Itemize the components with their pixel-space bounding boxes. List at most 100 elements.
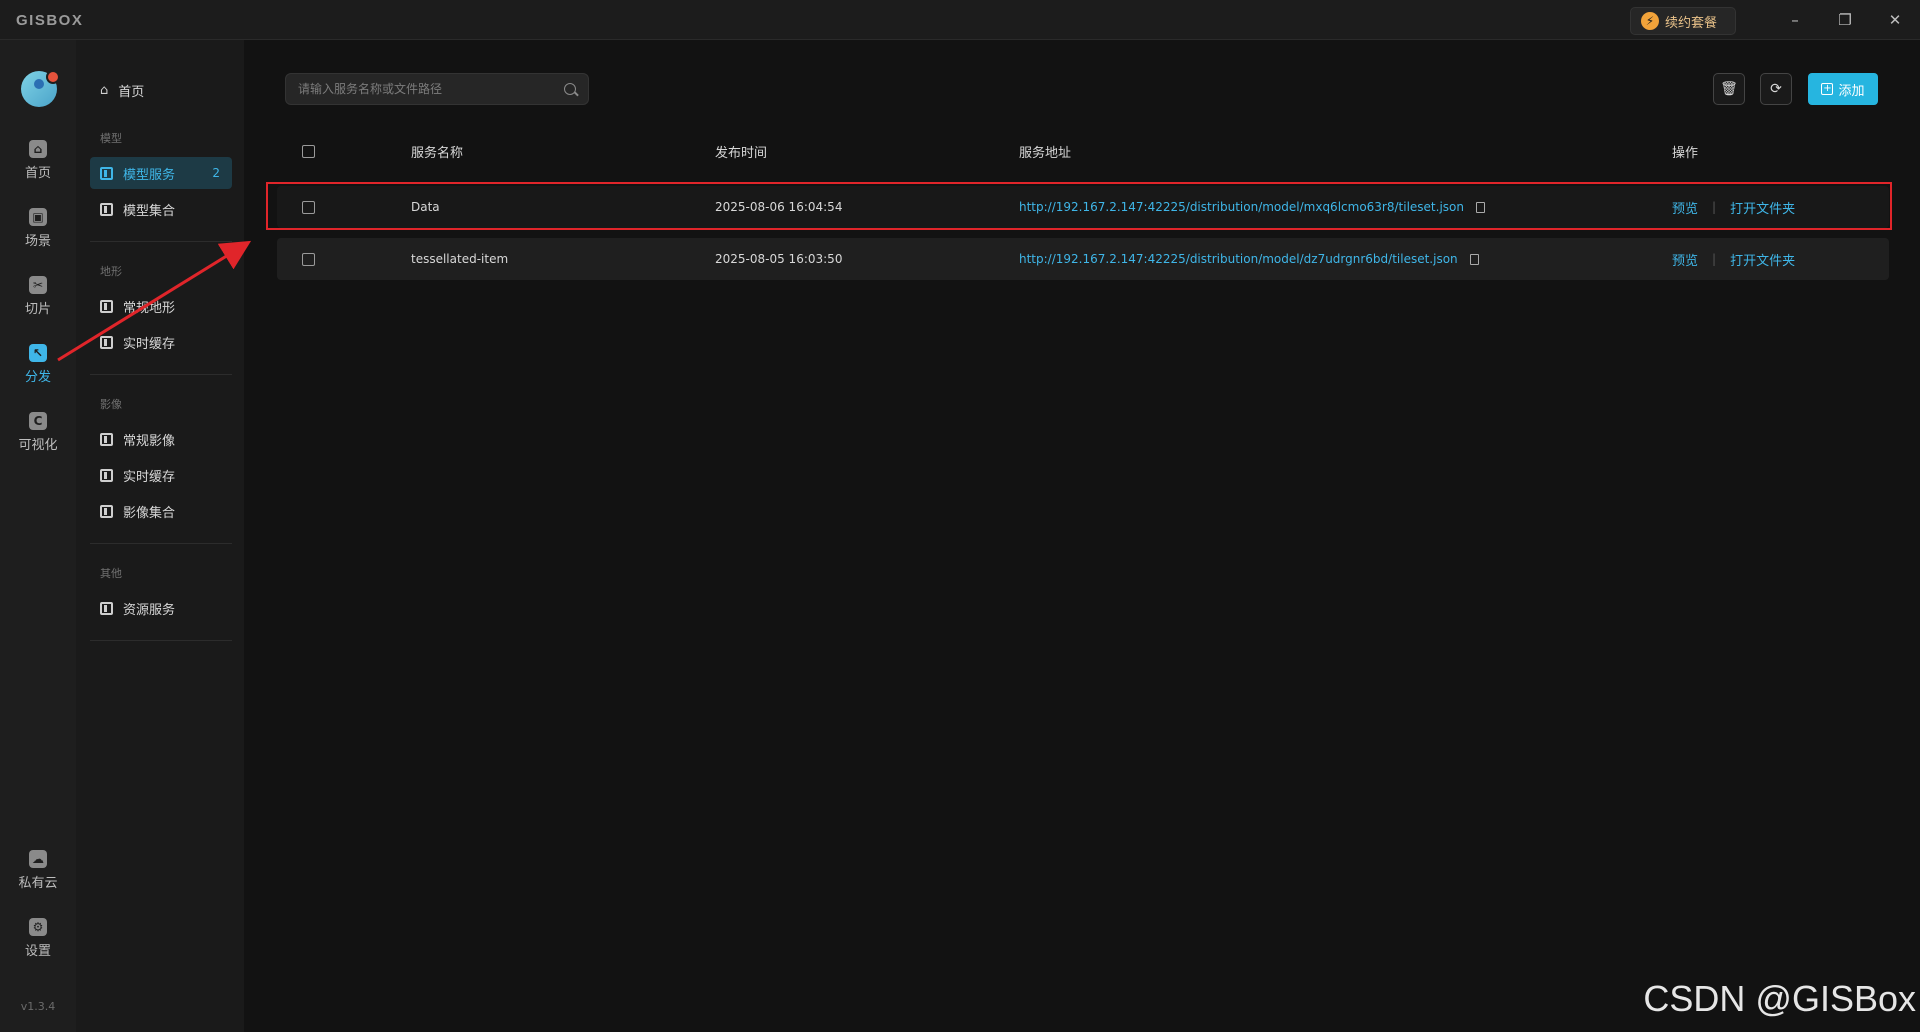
action-separator: | [1712, 252, 1717, 266]
rail-label-distribute: 分发 [24, 370, 51, 385]
menu-item-label: 资源服务 [123, 602, 176, 618]
secondary-menu: ⌂ 首页 模型 模型服务 2 模型集合 地形 常规地形 实时缓存 影像 常规影像… [76, 40, 244, 1032]
highlight-box [266, 182, 1892, 230]
select-all-checkbox[interactable] [302, 144, 315, 158]
trash-icon: 🗑 [1720, 81, 1738, 97]
checkbox-cell [302, 238, 315, 280]
home-icon: ⌂ [100, 83, 109, 98]
actions-cell: 预览 | 打开文件夹 [1672, 238, 1795, 280]
slice-icon: ✂ [29, 276, 47, 294]
search-input[interactable] [298, 80, 548, 98]
menu-item-home[interactable]: ⌂ 首页 [100, 81, 144, 100]
publish-time: 2025-08-05 16:03:50 [715, 252, 843, 266]
menu-divider [90, 374, 232, 375]
copy-icon[interactable] [1469, 253, 1479, 265]
model-collection-icon [100, 202, 113, 216]
add-button[interactable]: + 添加 [1808, 73, 1878, 105]
menu-item-imagery-cache[interactable]: 实时缓存 [90, 459, 232, 491]
menu-group-title: 地形 [100, 265, 122, 278]
distribute-icon: ↖ [29, 344, 47, 362]
column-header-time: 发布时间 [715, 145, 768, 161]
lightning-icon: ⚡ [1641, 12, 1659, 30]
notification-badge [46, 70, 60, 84]
visualize-icon: C [29, 412, 47, 430]
column-header-url: 服务地址 [1019, 145, 1072, 161]
menu-item-label: 常规影像 [123, 433, 176, 449]
count-badge: 2 [212, 166, 220, 180]
menu-item-imagery-collection[interactable]: 影像集合 [90, 495, 232, 527]
menu-divider [90, 543, 232, 544]
menu-home-label: 首页 [118, 85, 145, 100]
add-label: 添加 [1838, 83, 1865, 99]
menu-item-terrain[interactable]: 常规地形 [90, 290, 232, 322]
rail-item-home[interactable]: ⌂ 首页 [0, 140, 76, 196]
minimize-button[interactable]: – [1784, 9, 1806, 31]
title-bar: GISBOX ⚡ 续约套餐 – ❐ ✕ [0, 0, 1920, 40]
rail-item-distribute[interactable]: ↖ 分发 [0, 344, 76, 400]
cache-icon [100, 335, 113, 349]
menu-item-label: 模型服务 [123, 167, 176, 183]
home-icon: ⌂ [29, 140, 47, 158]
menu-item-resource-service[interactable]: 资源服务 [90, 592, 232, 624]
rail-label-scene: 场景 [24, 234, 51, 249]
table-header: 服务名称 发布时间 服务地址 操作 [277, 131, 1889, 171]
rail-item-visualize[interactable]: C 可视化 [0, 412, 76, 468]
preview-link[interactable]: 预览 [1672, 250, 1698, 269]
rail-label-visualize: 可视化 [18, 438, 58, 453]
close-button[interactable]: ✕ [1884, 9, 1906, 31]
rail-label-private-cloud: 私有云 [18, 876, 58, 891]
service-url-link[interactable]: http://192.167.2.147:42225/distribution/… [1019, 252, 1458, 266]
version-label: v1.3.4 [20, 1000, 56, 1013]
menu-group-title: 影像 [100, 398, 122, 411]
rail-item-scene[interactable]: ▣ 场景 [0, 208, 76, 264]
menu-group-title: 其他 [100, 567, 122, 580]
open-folder-link[interactable]: 打开文件夹 [1730, 250, 1795, 269]
renew-plan-label: 续约套餐 [1665, 15, 1718, 31]
icon-rail: ⌂ 首页 ▣ 场景 ✂ 切片 ↖ 分发 C 可视化 ☁ 私有云 ⚙ 设置 v1.… [0, 40, 76, 1032]
restore-button[interactable]: ❐ [1834, 9, 1856, 31]
rail-label-home: 首页 [24, 166, 51, 181]
settings-icon: ⚙ [29, 918, 47, 936]
rail-label-slice: 切片 [24, 302, 51, 317]
add-icon: + [1821, 83, 1834, 95]
service-name: tessellated-item [411, 252, 509, 266]
delete-button[interactable]: 🗑 [1713, 73, 1745, 105]
imagery-collection-icon [100, 504, 113, 518]
rail-item-settings[interactable]: ⚙ 设置 [0, 918, 76, 974]
imagery-icon [100, 432, 113, 446]
menu-divider [90, 640, 232, 641]
model-service-icon [100, 166, 113, 180]
menu-item-label: 影像集合 [123, 505, 176, 521]
app-logo: GISBOX [16, 12, 84, 29]
table-row: tessellated-item 2025-08-05 16:03:50 htt… [277, 238, 1889, 280]
rail-item-slice[interactable]: ✂ 切片 [0, 276, 76, 332]
cache-icon [100, 468, 113, 482]
menu-divider [90, 241, 232, 242]
scene-icon: ▣ [29, 208, 47, 226]
watermark: CSDN @GISBox [1643, 978, 1916, 1019]
select-all-cell [302, 131, 315, 171]
menu-item-terrain-cache[interactable]: 实时缓存 [90, 326, 232, 358]
rail-label-settings: 设置 [24, 944, 51, 959]
private-cloud-icon: ☁ [29, 850, 47, 868]
search-box [285, 73, 589, 105]
menu-item-model-service[interactable]: 模型服务 2 [90, 157, 232, 189]
refresh-button[interactable]: ⟳ [1760, 73, 1792, 105]
menu-item-label: 常规地形 [123, 300, 176, 316]
menu-group-title: 模型 [100, 132, 122, 145]
service-url-cell: http://192.167.2.147:42225/distribution/… [1019, 238, 1479, 280]
menu-item-model-collection[interactable]: 模型集合 [90, 193, 232, 225]
column-header-name: 服务名称 [411, 145, 464, 161]
row-checkbox[interactable] [302, 252, 315, 266]
menu-item-label: 实时缓存 [123, 336, 176, 352]
menu-item-label: 模型集合 [123, 203, 176, 219]
renew-plan-button[interactable]: ⚡ 续约套餐 [1630, 7, 1736, 35]
menu-item-label: 实时缓存 [123, 469, 176, 485]
terrain-icon [100, 299, 113, 313]
rail-item-private-cloud[interactable]: ☁ 私有云 [0, 850, 76, 906]
resource-service-icon [100, 601, 113, 615]
menu-item-imagery[interactable]: 常规影像 [90, 423, 232, 455]
column-header-ops: 操作 [1672, 145, 1699, 161]
search-icon[interactable] [564, 83, 576, 95]
refresh-icon: ⟳ [1770, 81, 1782, 97]
